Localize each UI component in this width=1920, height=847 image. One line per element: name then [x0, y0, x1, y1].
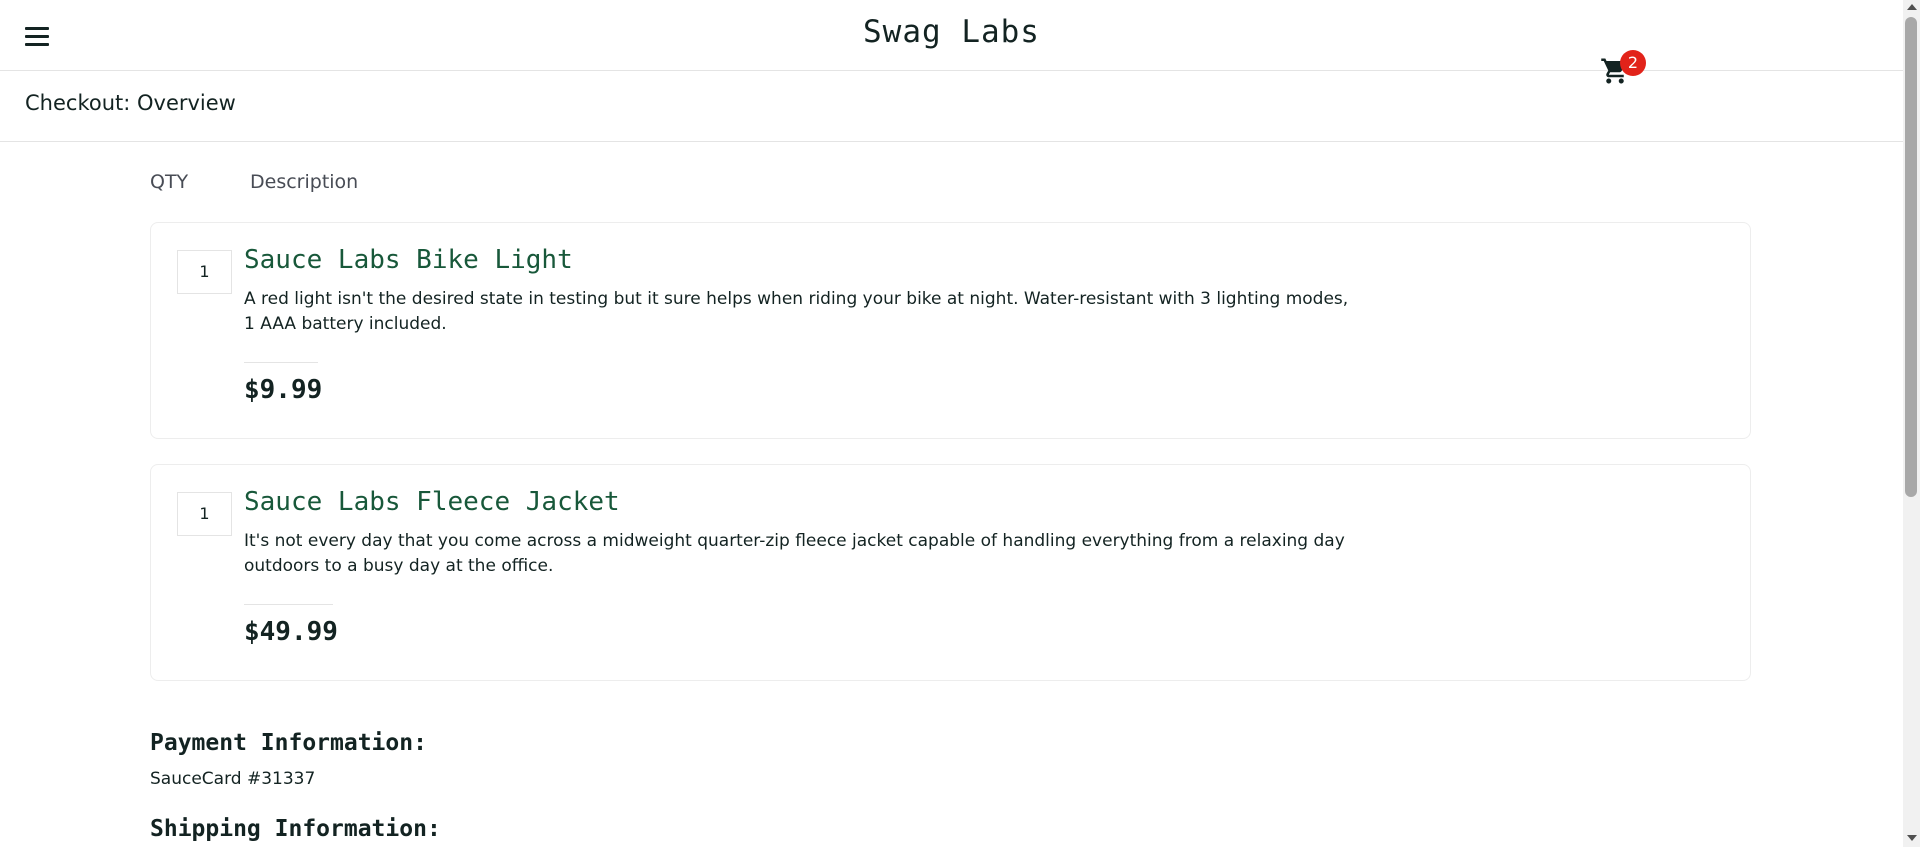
scrollbar-thumb[interactable]: [1905, 17, 1917, 497]
description-column-label: Description: [250, 171, 359, 193]
payment-info-value: SauceCard #31337: [150, 769, 316, 789]
price-divider: [244, 362, 318, 363]
vertical-scrollbar[interactable]: [1903, 0, 1920, 847]
item-price: $49.99: [244, 617, 338, 647]
shipping-info-label: Shipping Information:: [150, 816, 441, 842]
scroll-up-icon[interactable]: [1907, 4, 1917, 10]
page-title: Checkout: Overview: [25, 91, 236, 115]
page-viewport: Swag Labs 2 Checkout: Overview QTY Descr…: [0, 0, 1903, 847]
qty-column-label: QTY: [150, 171, 189, 193]
primary-header: Swag Labs 2: [0, 0, 1903, 84]
price-divider: [244, 604, 333, 605]
payment-info-label: Payment Information:: [150, 730, 427, 756]
item-price: $9.99: [244, 375, 323, 405]
cart-item: 1 Sauce Labs Fleece Jacket It's not ever…: [150, 464, 1751, 681]
app-logo: Swag Labs: [863, 14, 1040, 50]
secondary-header: Checkout: Overview: [0, 71, 1903, 142]
scroll-down-icon[interactable]: [1907, 835, 1917, 841]
item-quantity: 1: [177, 250, 232, 294]
item-description: It's not every day that you come across …: [244, 531, 1345, 576]
item-name-link[interactable]: Sauce Labs Bike Light: [244, 245, 573, 275]
item-quantity: 1: [177, 492, 232, 536]
item-description: A red light isn't the desired state in t…: [244, 289, 1349, 334]
cart-item: 1 Sauce Labs Bike Light A red light isn'…: [150, 222, 1751, 439]
item-name-link[interactable]: Sauce Labs Fleece Jacket: [244, 487, 620, 517]
